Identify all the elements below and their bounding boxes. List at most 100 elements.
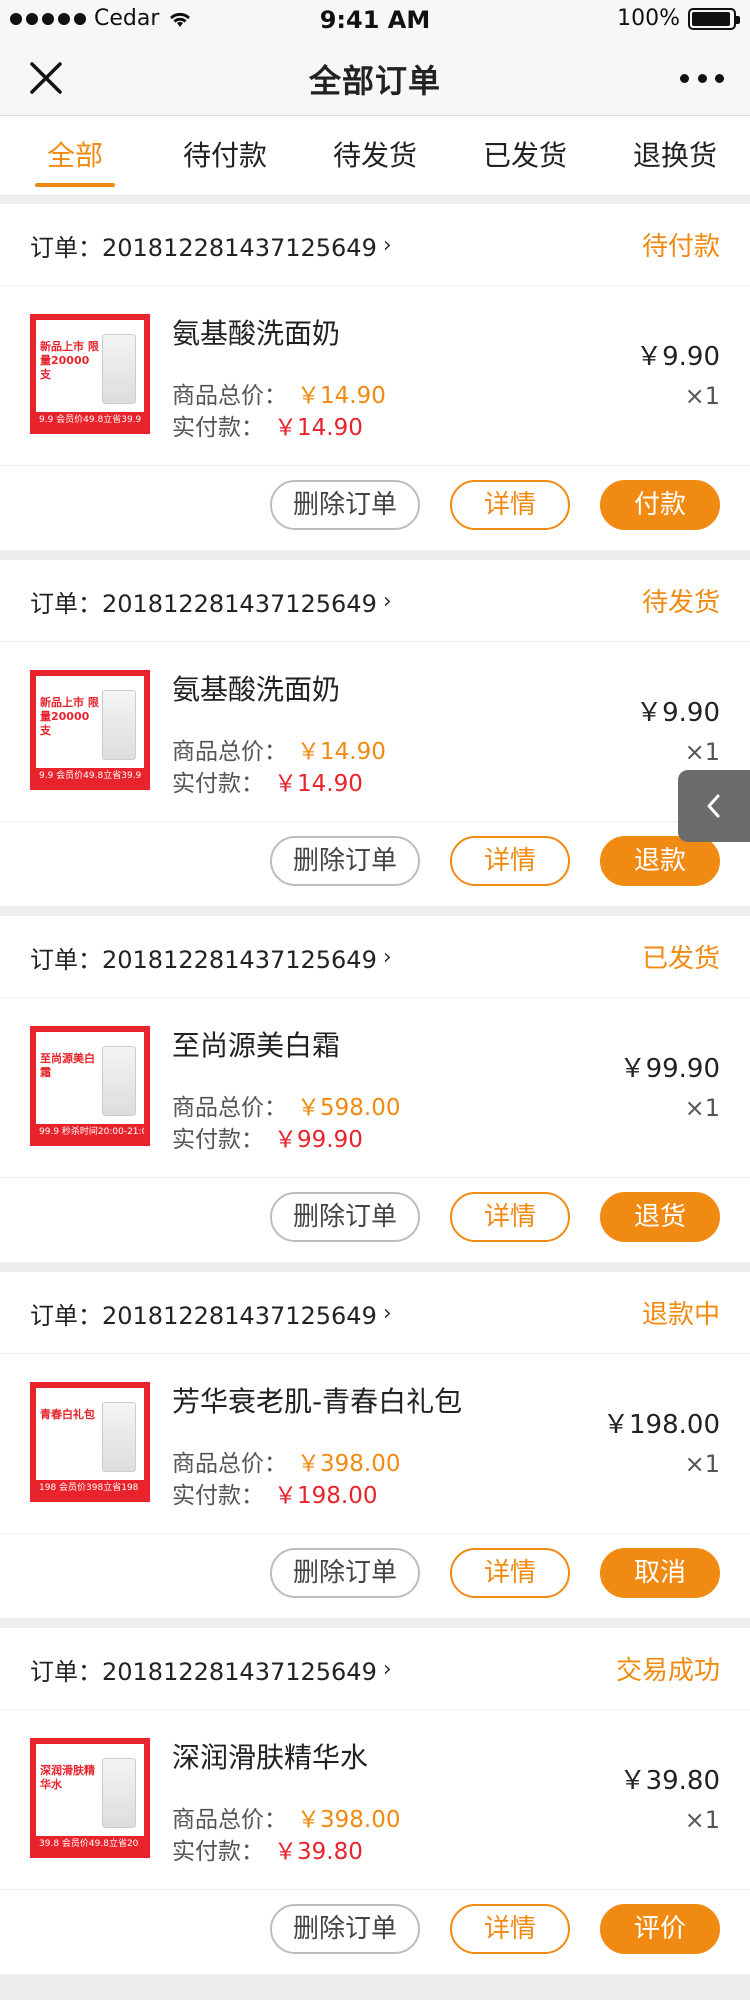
- order-card: 订单：201812281437125649 › 待付款 新品上市 限量20000…: [0, 204, 750, 550]
- refund-button[interactable]: 退款: [600, 836, 720, 886]
- product-total-label: 商品总价：: [172, 383, 287, 409]
- product-total: 商品总价： ￥14.90: [172, 732, 386, 766]
- product-name: 氨基酸洗面奶: [172, 317, 341, 350]
- product-total-value: ￥598.00: [297, 1095, 401, 1121]
- review-button[interactable]: 评价: [600, 1904, 720, 1954]
- product-total-label: 商品总价：: [172, 1451, 287, 1477]
- order-tabs: 全部 待付款 待发货 已发货 退换货: [0, 116, 750, 196]
- chevron-right-icon: ›: [382, 233, 392, 258]
- delete-order-button[interactable]: 删除订单: [270, 1904, 420, 1954]
- order-status: 交易成功: [615, 1656, 720, 1686]
- tab-shipped[interactable]: 已发货: [450, 116, 600, 195]
- quantity: ×1: [684, 1806, 720, 1834]
- battery-percent: 100%: [617, 6, 680, 31]
- delete-order-button[interactable]: 删除订单: [270, 836, 420, 886]
- quantity: ×1: [684, 1450, 720, 1478]
- unit-price: ￥39.80: [619, 1766, 720, 1796]
- order-actions: 删除订单 详情 取消: [0, 1534, 750, 1616]
- order-detail-button[interactable]: 详情: [450, 1548, 570, 1598]
- order-number[interactable]: 订单：201812281437125649 ›: [30, 584, 392, 619]
- order-number[interactable]: 订单：201812281437125649 ›: [30, 1296, 392, 1331]
- chevron-right-icon: ›: [382, 945, 392, 970]
- thumbnail-price-banner: 39.8 会员价49.8立省20: [36, 1836, 144, 1852]
- amount-paid: 实付款： ￥39.80: [172, 1832, 363, 1866]
- order-status: 已发货: [641, 944, 720, 974]
- tab-all[interactable]: 全部: [0, 116, 150, 195]
- order-actions: 删除订单 详情 付款: [0, 466, 750, 548]
- delete-order-button[interactable]: 删除订单: [270, 1548, 420, 1598]
- product-total-value: ￥398.00: [297, 1807, 401, 1833]
- delete-order-button[interactable]: 删除订单: [270, 480, 420, 530]
- order-detail-button[interactable]: 详情: [450, 836, 570, 886]
- product-thumbnail[interactable]: 深润滑肤精华水 39.8 会员价49.8立省20: [30, 1738, 150, 1858]
- order-card: 订单：201812281437125649 › 交易成功 深润滑肤精华水 39.…: [0, 1628, 750, 1974]
- status-bar: Cedar 9:41 AM 100%: [0, 0, 750, 40]
- product-image: [102, 1402, 136, 1472]
- quantity: ×1: [684, 382, 720, 410]
- product-thumbnail[interactable]: 新品上市 限量20000支 9.9 会员价49.8立省39.9: [30, 314, 150, 434]
- chevron-right-icon: ›: [382, 589, 392, 614]
- amount-paid-value: ￥14.90: [274, 415, 363, 441]
- nav-bar: 全部订单: [0, 40, 750, 116]
- product-total-value: ￥14.90: [297, 739, 386, 765]
- product-name: 氨基酸洗面奶: [172, 673, 341, 706]
- product-image: [102, 1758, 136, 1828]
- amount-paid: 实付款： ￥14.90: [172, 408, 363, 442]
- product-image: [102, 1046, 136, 1116]
- order-number-text: 订单：201812281437125649: [30, 590, 377, 618]
- order-detail-button[interactable]: 详情: [450, 480, 570, 530]
- product-name: 芳华衰老肌-青春白礼包: [172, 1385, 463, 1418]
- order-item[interactable]: 青春白礼包 198 会员价398立省198 芳华衰老肌-青春白礼包 商品总价： ￥…: [0, 1354, 750, 1534]
- product-name: 深润滑肤精华水: [172, 1741, 369, 1774]
- order-status: 待付款: [641, 232, 720, 262]
- order-number-text: 订单：201812281437125649: [30, 234, 377, 262]
- thumbnail-caption: 至尚源美白霜: [40, 1052, 95, 1079]
- amount-paid: 实付款： ￥99.90: [172, 1120, 363, 1154]
- order-number-text: 订单：201812281437125649: [30, 946, 377, 974]
- order-detail-button[interactable]: 详情: [450, 1192, 570, 1242]
- pay-button[interactable]: 付款: [600, 480, 720, 530]
- thumbnail-price-banner: 99.9 秒杀时间20:00-21:00: [36, 1124, 144, 1140]
- order-detail-button[interactable]: 详情: [450, 1904, 570, 1954]
- tab-pending-shipment[interactable]: 待发货: [300, 116, 450, 195]
- thumbnail-price-banner: 9.9 会员价49.8立省39.9: [36, 412, 144, 428]
- thumbnail-price-banner: 198 会员价398立省198: [36, 1480, 144, 1496]
- thumbnail-caption: 深润滑肤精华水: [40, 1764, 95, 1791]
- tab-pending-payment[interactable]: 待付款: [150, 116, 300, 195]
- order-item[interactable]: 至尚源美白霜 99.9 秒杀时间20:00-21:00 至尚源美白霜 商品总价：…: [0, 998, 750, 1178]
- amount-paid-value: ￥14.90: [274, 771, 363, 797]
- order-item[interactable]: 深润滑肤精华水 39.8 会员价49.8立省20 深润滑肤精华水 商品总价： ￥3…: [0, 1710, 750, 1890]
- product-thumbnail[interactable]: 新品上市 限量20000支 9.9 会员价49.8立省39.9: [30, 670, 150, 790]
- side-drawer-toggle[interactable]: [678, 770, 750, 842]
- order-header[interactable]: 订单：201812281437125649 › 待发货: [0, 560, 750, 642]
- cancel-button[interactable]: 取消: [600, 1548, 720, 1598]
- unit-price: ￥9.90: [636, 698, 720, 728]
- more-icon[interactable]: [680, 58, 724, 98]
- product-total-label: 商品总价：: [172, 1095, 287, 1121]
- order-number[interactable]: 订单：201812281437125649 ›: [30, 940, 392, 975]
- tab-returns[interactable]: 退换货: [600, 116, 750, 195]
- return-button[interactable]: 退货: [600, 1192, 720, 1242]
- order-header[interactable]: 订单：201812281437125649 › 已发货: [0, 916, 750, 998]
- order-actions: 删除订单 详情 退货: [0, 1178, 750, 1260]
- product-total: 商品总价： ￥398.00: [172, 1444, 400, 1478]
- amount-paid-label: 实付款：: [172, 1839, 264, 1865]
- chevron-left-icon: [707, 794, 720, 818]
- order-number[interactable]: 订单：201812281437125649 ›: [30, 228, 392, 263]
- order-card: 订单：201812281437125649 › 待发货 新品上市 限量20000…: [0, 560, 750, 906]
- order-item[interactable]: 新品上市 限量20000支 9.9 会员价49.8立省39.9 氨基酸洗面奶 商…: [0, 286, 750, 466]
- order-item[interactable]: 新品上市 限量20000支 9.9 会员价49.8立省39.9 氨基酸洗面奶 商…: [0, 642, 750, 822]
- order-number-text: 订单：201812281437125649: [30, 1302, 377, 1330]
- order-header[interactable]: 订单：201812281437125649 › 交易成功: [0, 1628, 750, 1710]
- order-header[interactable]: 订单：201812281437125649 › 退款中: [0, 1272, 750, 1354]
- order-number[interactable]: 订单：201812281437125649 ›: [30, 1652, 392, 1687]
- order-header[interactable]: 订单：201812281437125649 › 待付款: [0, 204, 750, 286]
- product-thumbnail[interactable]: 青春白礼包 198 会员价398立省198: [30, 1382, 150, 1502]
- delete-order-button[interactable]: 删除订单: [270, 1192, 420, 1242]
- product-total: 商品总价： ￥598.00: [172, 1088, 400, 1122]
- order-status: 待发货: [641, 588, 720, 618]
- product-thumbnail[interactable]: 至尚源美白霜 99.9 秒杀时间20:00-21:00: [30, 1026, 150, 1146]
- amount-paid-label: 实付款：: [172, 415, 264, 441]
- thumbnail-caption: 青春白礼包: [40, 1408, 95, 1421]
- product-image: [102, 690, 136, 760]
